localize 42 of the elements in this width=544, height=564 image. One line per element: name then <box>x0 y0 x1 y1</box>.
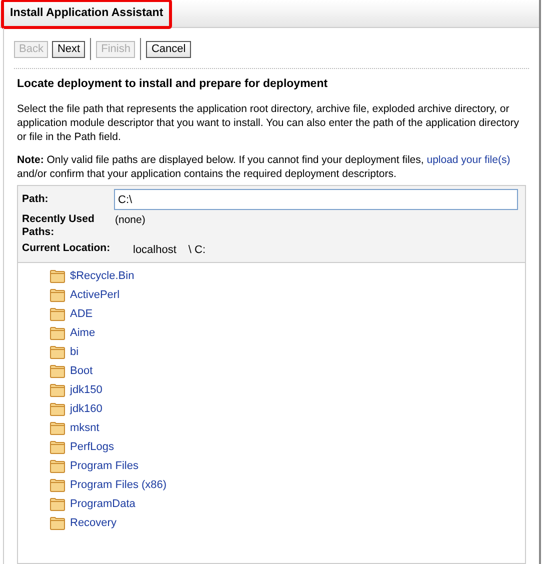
folder-icon <box>50 364 65 378</box>
folder-link[interactable]: ADE <box>70 306 93 322</box>
folder-link[interactable]: Program Files <box>70 458 138 474</box>
location-label: Current Location: <box>22 242 112 256</box>
folder-link[interactable]: Boot <box>70 363 93 380</box>
folder-link[interactable]: ActivePerl <box>70 287 120 304</box>
folder-link[interactable]: Recovery <box>70 515 116 532</box>
recent-paths-value: (none) <box>114 213 146 228</box>
path-label: Path: <box>22 192 50 208</box>
folder-icon <box>50 402 65 416</box>
folder-link[interactable]: bi <box>70 344 79 360</box>
folder-link[interactable]: Aime <box>70 325 96 342</box>
recent-paths-label: Recently Used Paths: <box>22 213 96 240</box>
folder-icon <box>50 384 65 397</box>
folder-icon <box>50 346 65 359</box>
note-text: Note: Only valid file paths are displayed below. If you cannot find your deployment files, upload your file(s) and/or confirm that your application contains the required deployment descriptors. <box>17 153 512 182</box>
folder-link[interactable]: mksnt <box>70 420 100 436</box>
location-host: localhost <box>133 243 176 258</box>
folder-icon <box>50 516 65 530</box>
toolbar-button[interactable]: Next <box>52 40 86 58</box>
folder-link[interactable]: Program Files (x86) <box>70 477 167 494</box>
folder-icon <box>50 478 65 492</box>
folder-link[interactable]: $Recycle.Bin <box>70 268 134 284</box>
folder-icon <box>50 308 65 321</box>
folder-icon <box>50 460 65 473</box>
description-text: Select the file path that represents the application root directory, archive file, exploded archive directory, or application module descriptor that you want to install. You can also enter the path of the application directory or file in the Path field. <box>17 102 520 144</box>
folder-link[interactable]: PerfLogs <box>70 439 114 456</box>
location-path: \ C: <box>188 243 206 258</box>
folder-link[interactable]: jdk150 <box>70 382 102 398</box>
folder-link[interactable]: ProgramData <box>70 496 136 512</box>
window-title: Install Application Assistant <box>1 0 172 29</box>
folder-icon <box>50 498 65 511</box>
folder-icon <box>50 288 65 302</box>
folder-link[interactable]: jdk160 <box>70 401 102 418</box>
folder-icon <box>50 326 65 340</box>
path-field[interactable]: C:\ <box>114 189 518 210</box>
upload-link[interactable]: upload your file(s) <box>426 154 510 166</box>
section-heading: Locate deployment to install and prepare for deployment <box>17 77 329 92</box>
toolbar-button[interactable]: Cancel <box>146 40 191 58</box>
folder-icon <box>50 270 65 283</box>
folder-icon <box>50 422 65 435</box>
folder-icon <box>50 440 65 454</box>
